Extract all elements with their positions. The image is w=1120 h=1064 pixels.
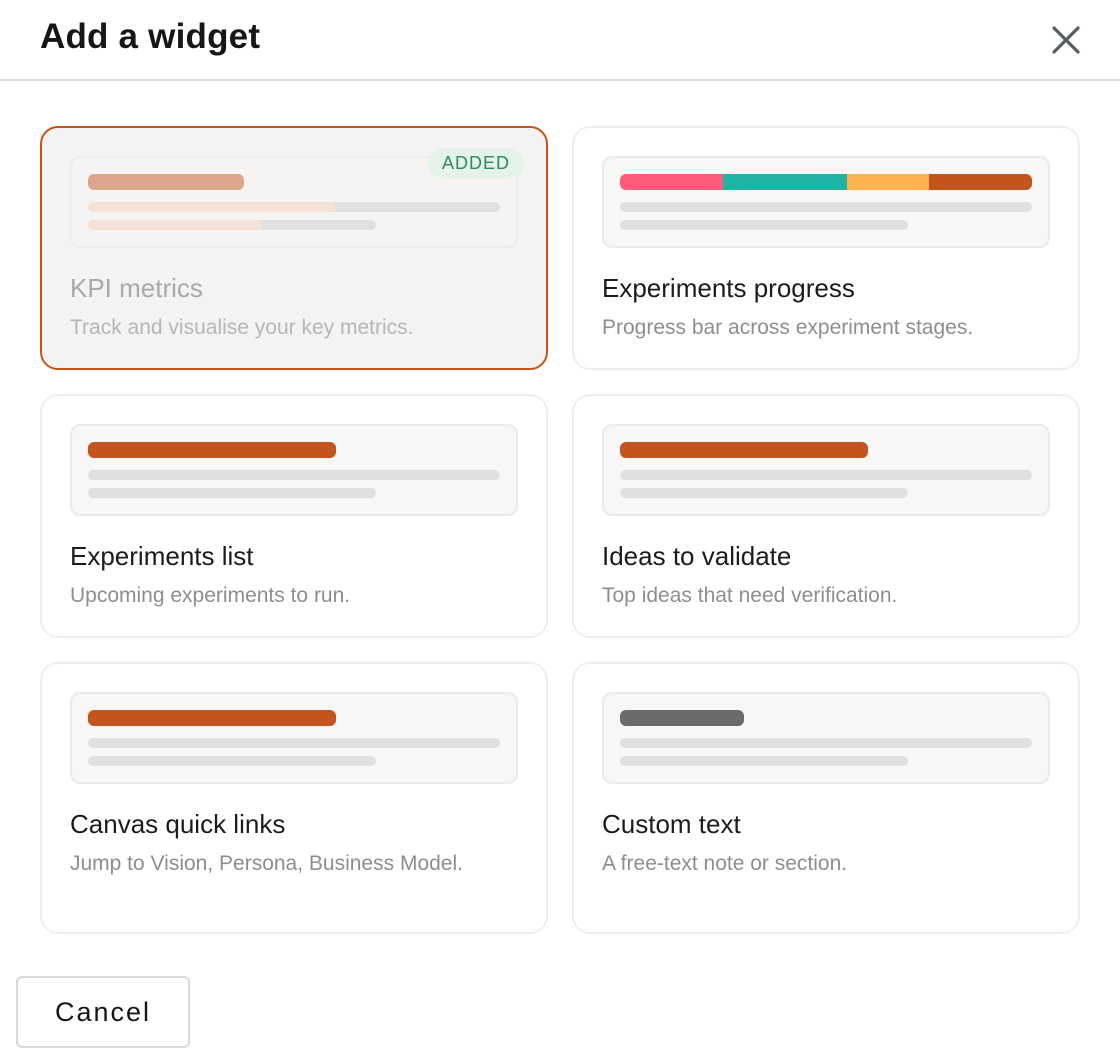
progress-segment — [723, 174, 847, 190]
widget-description: A free-text note or section. — [602, 852, 848, 875]
widget-description: Upcoming experiments to run. — [70, 584, 351, 607]
close-icon — [1052, 26, 1080, 54]
preview-title-bar — [620, 710, 744, 726]
preview-line — [88, 220, 376, 230]
preview-line — [88, 202, 500, 212]
widget-title: Canvas quick links — [70, 809, 286, 839]
preview-line — [620, 202, 1032, 212]
widget-preview — [70, 424, 518, 516]
preview-title-bar — [88, 174, 244, 190]
preview-title-bar — [88, 442, 336, 458]
widget-description: Progress bar across experiment stages. — [602, 316, 974, 339]
widget-title: Custom text — [602, 809, 741, 839]
widget-card-kpi-metrics[interactable]: ADDED KPI metrics Track and visualise yo… — [40, 126, 548, 370]
preview-title-bar — [620, 442, 868, 458]
added-badge: ADDED — [427, 148, 524, 178]
widget-title: Experiments progress — [602, 273, 855, 303]
widget-card-experiments-progress[interactable]: Experiments progress Progress bar across… — [572, 126, 1080, 370]
widget-card-canvas-quick-links[interactable]: Canvas quick links Jump to Vision, Perso… — [40, 662, 548, 934]
widget-grid: ADDED KPI metrics Track and visualise yo… — [40, 126, 1080, 936]
preview-line — [620, 756, 908, 766]
widget-card-ideas-to-validate[interactable]: Ideas to validate Top ideas that need ve… — [572, 394, 1080, 638]
preview-line — [620, 220, 908, 230]
dialog-header: Add a widget — [0, 0, 1120, 81]
close-button[interactable] — [1044, 18, 1088, 62]
preview-line — [88, 738, 500, 748]
dialog-title: Add a widget — [40, 17, 261, 56]
widget-preview — [70, 692, 518, 784]
preview-line — [88, 756, 376, 766]
widget-title: Ideas to validate — [602, 541, 792, 571]
widget-preview — [602, 156, 1050, 248]
widget-description: Top ideas that need verification. — [602, 584, 898, 607]
progress-segment — [620, 174, 723, 190]
widget-title: KPI metrics — [70, 273, 203, 303]
preview-line — [620, 470, 1032, 480]
preview-line — [88, 488, 376, 498]
cancel-button[interactable]: Cancel — [16, 976, 190, 1048]
preview-line — [88, 470, 500, 480]
progress-segment — [929, 174, 1032, 190]
preview-title-bar — [88, 710, 336, 726]
widget-description: Track and visualise your key metrics. — [70, 316, 414, 339]
widget-preview — [602, 692, 1050, 784]
widget-card-custom-text[interactable]: Custom text A free-text note or section. — [572, 662, 1080, 934]
preview-progress-bar — [620, 174, 1032, 190]
widget-title: Experiments list — [70, 541, 254, 571]
widget-preview — [602, 424, 1050, 516]
widget-description: Jump to Vision, Persona, Business Model. — [70, 852, 463, 875]
widget-card-experiments-list[interactable]: Experiments list Upcoming experiments to… — [40, 394, 548, 638]
preview-line — [620, 488, 908, 498]
preview-line — [620, 738, 1032, 748]
progress-segment — [847, 174, 929, 190]
